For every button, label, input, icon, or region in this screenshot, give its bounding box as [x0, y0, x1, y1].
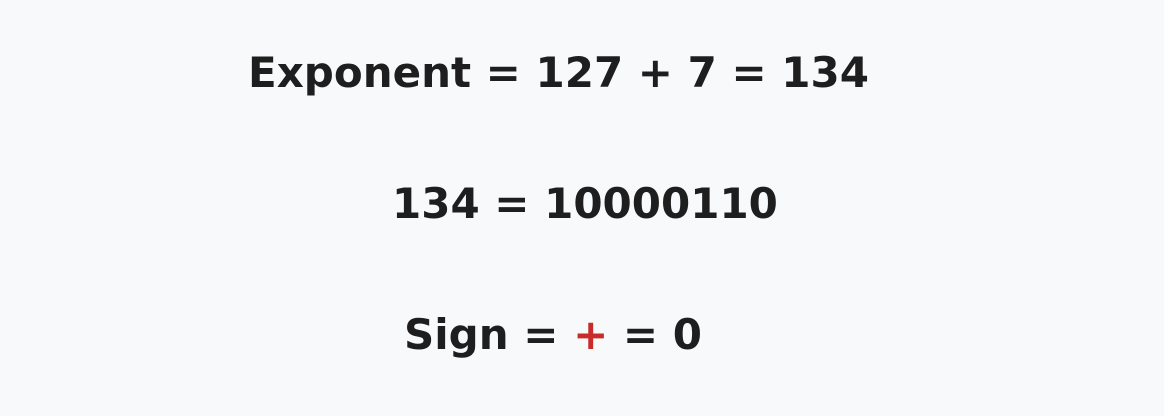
sign-result: = 0 — [622, 310, 702, 359]
canvas: { "lines": { "exponent": "Exponent = 127… — [0, 0, 1164, 416]
exponent-equation: Exponent = 127 + 7 = 134 — [248, 48, 869, 97]
sign-equation: Sign = + = 0 — [404, 314, 702, 356]
plus-symbol: + — [573, 310, 609, 359]
sign-label: Sign = — [404, 310, 559, 359]
binary-equation: 134 = 10000110 — [392, 179, 778, 228]
